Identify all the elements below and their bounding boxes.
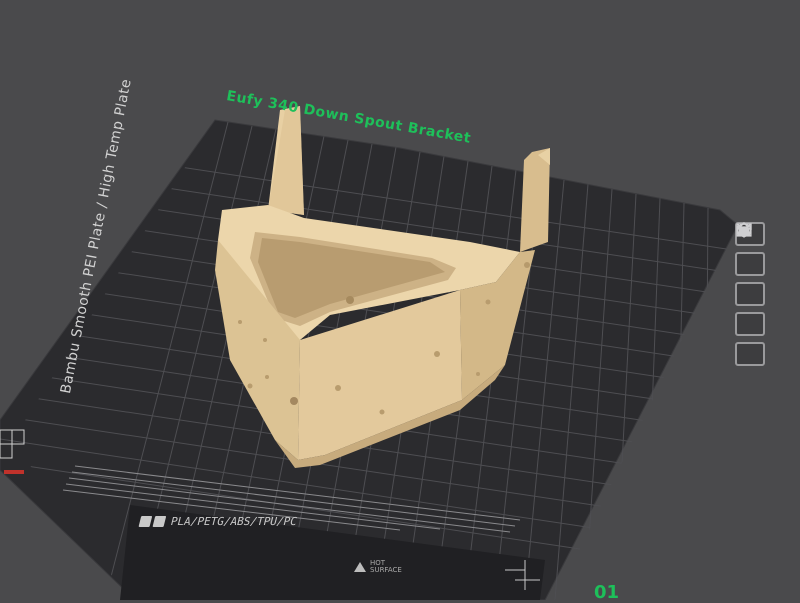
- warning-icon: [354, 562, 366, 572]
- plate-type-icon: [152, 515, 167, 527]
- arrange-button[interactable]: [735, 223, 765, 306]
- lock-plate-button[interactable]: [735, 223, 765, 336]
- hot-surface-warning: HOT SURFACE: [354, 560, 410, 574]
- plate-material-text: PLA/PETG/ABS/TPU/PC: [169, 514, 299, 528]
- plate-settings-button[interactable]: [735, 222, 765, 366]
- plate-toolbar: [735, 222, 771, 372]
- origin-marker: [4, 470, 24, 474]
- plate-logo-icons: [138, 515, 167, 527]
- hot-surface-text: HOT SURFACE: [370, 559, 402, 574]
- settings-icon: [737, 222, 751, 238]
- plate-info-strip: PLA/PETG/ABS/TPU/PC: [138, 512, 299, 530]
- 3d-viewport[interactable]: Eufy 340 Down Spout Bracket Bambu Smooth…: [0, 0, 800, 603]
- auto-orient-button[interactable]: [735, 223, 765, 276]
- bambu-logo-icon: [138, 515, 153, 527]
